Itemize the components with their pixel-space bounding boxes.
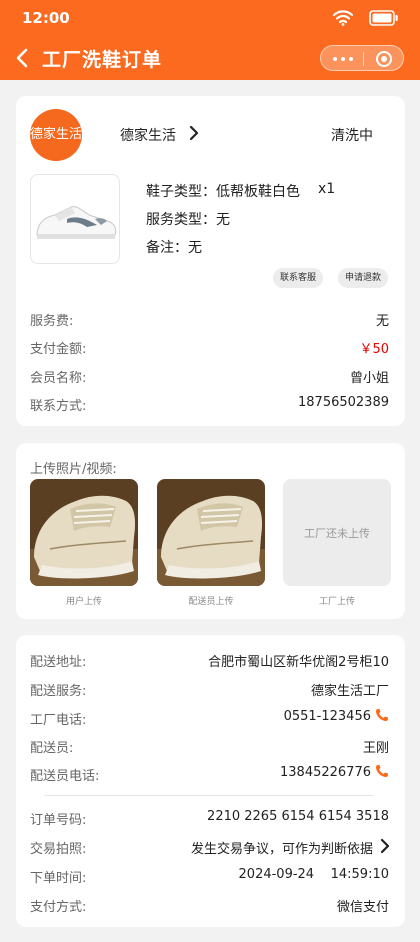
order-card: 德家生活 德家生活 清洗中 鞋子类型：低帮板鞋白色 x1 服务类型：无 备注：无… <box>16 96 405 426</box>
close-target-icon[interactable] <box>376 51 392 67</box>
order-status: 清洗中 <box>331 128 373 144</box>
shop-name[interactable]: 德家生活 <box>120 125 176 145</box>
upload-title: 上传照片/视频: <box>30 462 117 477</box>
factory-upload-caption: 工厂上传 <box>318 597 355 607</box>
status-time: 12:00 <box>22 9 70 27</box>
factory-phone-label: 工厂电话: <box>30 713 87 728</box>
factory-upload-placeholder-text: 工厂还未上传 <box>304 527 370 540</box>
delivery-card: 配送地址: 合肥市蜀山区新华优阁2号柜10 配送服务: 德家生活工厂 工厂电话:… <box>16 635 405 927</box>
user-upload-caption: 用户上传 <box>65 597 102 607</box>
order-number-label: 订单号码: <box>30 813 87 828</box>
contact-label: 联系方式: <box>30 399 87 414</box>
courier-phone-label: 配送员电话: <box>30 769 100 784</box>
member-name-value: 曾小姐 <box>349 371 389 386</box>
factory-upload-placeholder[interactable]: 工厂还未上传 <box>283 479 391 586</box>
order-number-value: 2210 2265 6154 6154 3518 <box>207 809 389 824</box>
page-title: 工厂洗鞋订单 <box>42 49 163 71</box>
courier-upload-caption: 配送员上传 <box>188 597 234 607</box>
service-fee-label: 服务费: <box>30 314 74 329</box>
service-fee-value: 无 <box>375 314 389 329</box>
more-icon[interactable] <box>333 57 353 61</box>
quantity: x1 <box>318 181 336 197</box>
delivery-address-value: 合肥市蜀山区新华优阁2号柜10 <box>208 655 389 670</box>
paid-amount-label: 支付金额: <box>30 342 87 357</box>
payment-method-label: 支付方式: <box>30 900 87 915</box>
top-bar: 12:00 工厂洗鞋订单 <box>0 0 420 80</box>
courier-upload-photo[interactable] <box>157 479 265 586</box>
user-upload-photo[interactable] <box>30 479 138 586</box>
courier-value: 王刚 <box>362 741 389 756</box>
courier-phone-value: 13845226776 <box>280 765 371 780</box>
battery-icon <box>369 10 398 26</box>
service-type: 服务类型：无 <box>146 212 230 228</box>
upload-card: 上传照片/视频: 工厂还未上传 用户上传 配送员上传 工厂上传 <box>16 443 405 619</box>
delivery-service-value: 德家生活工厂 <box>310 684 389 699</box>
back-arrow-icon[interactable] <box>14 47 30 69</box>
phone-icon[interactable] <box>375 764 389 778</box>
trade-photo-value[interactable]: 发生交易争议，可作为判断依据 <box>191 838 373 857</box>
refund-button[interactable]: 申请退款 <box>338 268 389 288</box>
divider <box>44 795 373 796</box>
member-name-label: 会员名称: <box>30 371 87 386</box>
remark: 备注：无 <box>146 240 202 256</box>
payment-method-value: 微信支付 <box>336 900 389 915</box>
chevron-right-icon[interactable] <box>188 125 200 141</box>
delivery-address-label: 配送地址: <box>30 655 87 670</box>
mini-program-capsule[interactable] <box>320 45 404 71</box>
wifi-icon <box>332 10 354 26</box>
order-time-label: 下单时间: <box>30 871 87 886</box>
contact-value: 18756502389 <box>298 395 389 410</box>
factory-phone-value: 0551-123456 <box>283 709 371 724</box>
contact-service-button[interactable]: 联系客服 <box>273 268 324 288</box>
chevron-right-icon[interactable] <box>379 838 391 854</box>
paid-amount-value: ￥50 <box>359 342 389 357</box>
shoe-image <box>30 174 120 264</box>
courier-label: 配送员: <box>30 741 74 756</box>
delivery-service-label: 配送服务: <box>30 684 87 699</box>
trade-photo-label: 交易拍照: <box>30 842 87 857</box>
order-time-value: 2024-09-24 14:59:10 <box>238 867 389 882</box>
shop-logo: 德家生活 <box>30 109 82 161</box>
shoe-type: 鞋子类型：低帮板鞋白色 <box>146 184 300 200</box>
phone-icon[interactable] <box>375 708 389 722</box>
